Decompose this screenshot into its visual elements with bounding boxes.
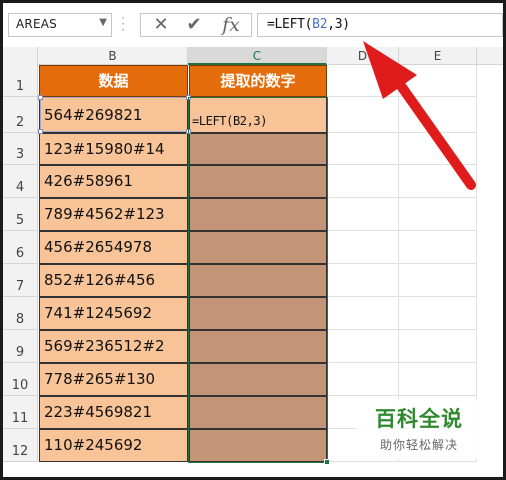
chevron-down-icon[interactable]: ▼ xyxy=(99,17,107,28)
watermark-title: 百科全说 xyxy=(375,407,463,431)
watermark-logo: 百科全说 助你轻松解决 xyxy=(356,399,482,459)
cell-e6[interactable] xyxy=(399,231,477,264)
formula-buttons: ✕ ✔ fx xyxy=(140,13,252,37)
cell-d8[interactable] xyxy=(327,297,399,330)
spreadsheet-grid: B C D E 1 2 3 4 5 6 7 8 9 10 11 12 数据 提取… xyxy=(3,47,503,477)
formula-bar: AREAS ▼ · · · ✕ ✔ fx =LEFT(B2,3) xyxy=(3,3,503,47)
row-header-1[interactable]: 1 xyxy=(3,65,38,97)
fill-handle[interactable] xyxy=(324,459,330,465)
cell-d7[interactable] xyxy=(327,264,399,297)
cell-e10[interactable] xyxy=(399,363,477,396)
column-header-b[interactable]: B xyxy=(38,47,188,65)
formula-text: =LEFT(B2,3) xyxy=(267,17,350,32)
cell-e5[interactable] xyxy=(399,198,477,231)
checkmark-icon[interactable]: ✔ xyxy=(179,14,209,36)
cell-d10[interactable] xyxy=(327,363,399,396)
row-header-7[interactable]: 7 xyxy=(3,264,38,297)
cell-d6[interactable] xyxy=(327,231,399,264)
insert-function-button[interactable]: fx xyxy=(216,14,246,36)
cell-b3[interactable]: 123#15980#14 xyxy=(39,133,188,165)
row-header-9[interactable]: 9 xyxy=(3,330,38,363)
row-header-5[interactable]: 5 xyxy=(3,198,38,231)
name-box[interactable]: AREAS ▼ xyxy=(8,13,112,37)
app-window: AREAS ▼ · · · ✕ ✔ fx =LEFT(B2,3) B C D E 1… xyxy=(0,0,506,480)
cell-b4[interactable]: 426#58961 xyxy=(39,165,188,198)
cell-d3[interactable] xyxy=(327,133,399,165)
cell-e9[interactable] xyxy=(399,330,477,363)
row-header-12[interactable]: 12 xyxy=(3,429,38,462)
watermark-subtitle: 助你轻松解决 xyxy=(379,438,458,452)
cell-b11[interactable]: 223#4569821 xyxy=(39,396,188,429)
header-cell-data[interactable]: 数据 xyxy=(39,65,188,97)
cell-b6[interactable]: 456#2654978 xyxy=(39,231,188,264)
cancel-x-icon[interactable]: ✕ xyxy=(146,14,176,36)
cell-e2[interactable] xyxy=(399,97,477,133)
cell-e7[interactable] xyxy=(399,264,477,297)
cell-e4[interactable] xyxy=(399,165,477,198)
select-all-corner[interactable] xyxy=(3,47,38,65)
drag-handle-icon[interactable]: · · · xyxy=(121,12,125,36)
cell-d2[interactable] xyxy=(327,97,399,133)
cell-b7[interactable]: 852#126#456 xyxy=(39,264,188,297)
cell-e1[interactable] xyxy=(399,65,477,97)
selected-range-c xyxy=(188,97,328,463)
cell-b10[interactable]: 778#265#130 xyxy=(39,363,188,396)
name-box-value: AREAS xyxy=(16,17,57,31)
cell-d4[interactable] xyxy=(327,165,399,198)
cell-b8[interactable]: 741#1245692 xyxy=(39,297,188,330)
column-header-e[interactable]: E xyxy=(399,47,477,65)
cell-b9[interactable]: 569#236512#2 xyxy=(39,330,188,363)
row-header-4[interactable]: 4 xyxy=(3,165,38,198)
column-header-d[interactable]: D xyxy=(327,47,399,65)
header-cell-extracted-number[interactable]: 提取的数字 xyxy=(189,65,327,97)
row-header-2[interactable]: 2 xyxy=(3,97,38,133)
column-header-c[interactable]: C xyxy=(188,47,327,65)
cell-e3[interactable] xyxy=(399,133,477,165)
cell-b12[interactable]: 110#245692 xyxy=(39,429,188,462)
cell-e8[interactable] xyxy=(399,297,477,330)
cell-b5[interactable]: 789#4562#123 xyxy=(39,198,188,231)
row-header-3[interactable]: 3 xyxy=(3,133,38,165)
range-handle[interactable] xyxy=(38,129,43,134)
row-header-8[interactable]: 8 xyxy=(3,297,38,330)
cell-d9[interactable] xyxy=(327,330,399,363)
formula-input[interactable]: =LEFT(B2,3) xyxy=(257,13,503,37)
row-header-11[interactable]: 11 xyxy=(3,396,38,429)
reference-highlight-b2 xyxy=(40,97,189,132)
cell-d5[interactable] xyxy=(327,198,399,231)
cell-d1[interactable] xyxy=(327,65,399,97)
row-header-6[interactable]: 6 xyxy=(3,231,38,264)
range-handle[interactable] xyxy=(38,95,43,100)
row-header-10[interactable]: 10 xyxy=(3,363,38,396)
